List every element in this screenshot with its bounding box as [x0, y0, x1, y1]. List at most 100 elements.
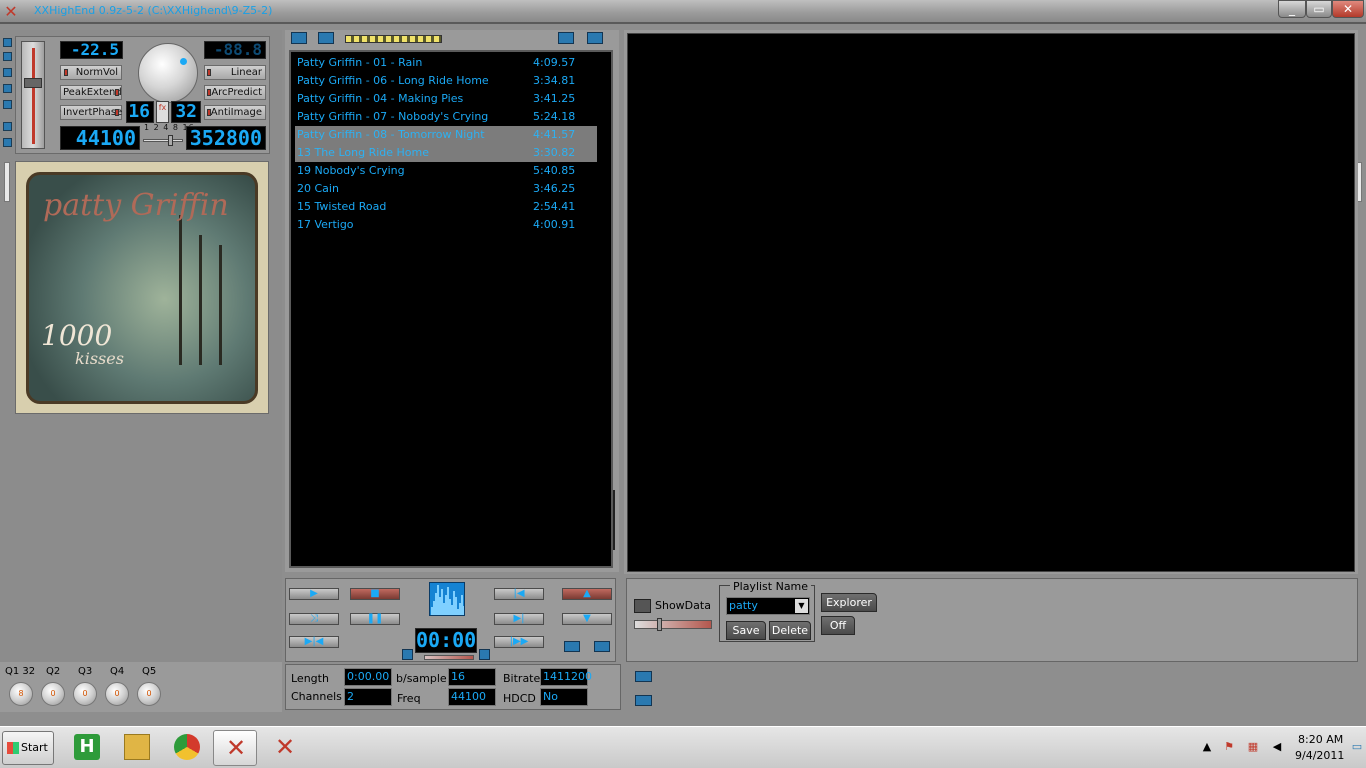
action-center-icon[interactable]: ⚑: [1222, 740, 1236, 754]
track-duration: 5:24.18: [533, 110, 576, 123]
normvol-toggle[interactable]: NormVol: [60, 65, 122, 80]
prev-button[interactable]: |◀: [494, 588, 544, 600]
maximize-button[interactable]: ▭: [1306, 0, 1332, 18]
side-button-3[interactable]: [3, 68, 12, 77]
pause-button[interactable]: ❚❚: [350, 613, 400, 625]
album-artist-text: patty Griffin: [43, 188, 229, 223]
taskbar-app-xxhighend[interactable]: ✕: [213, 730, 257, 766]
side-button-1[interactable]: [3, 38, 12, 47]
close-button[interactable]: ✕: [1332, 0, 1364, 18]
playlist-tool-1-icon[interactable]: [291, 32, 307, 44]
xxhighend-logo-icon[interactable]: ✕: [2, 3, 20, 21]
minimize-button[interactable]: _: [1278, 0, 1306, 18]
skip-button[interactable]: |▶▶: [494, 636, 544, 648]
playlist-track-row[interactable]: 17 Vertigo 4:00.91: [295, 216, 597, 234]
volume-icon[interactable]: ◀: [1270, 740, 1284, 754]
playlist-track-row[interactable]: Patty Griffin - 01 - Rain 4:09.57: [295, 54, 597, 72]
taskbar-app-chrome[interactable]: [165, 730, 209, 766]
playlist-tool-2-icon[interactable]: [318, 32, 334, 44]
eq-knob-q5[interactable]: 0: [137, 682, 161, 706]
repeat-button[interactable]: ▶|◀: [289, 636, 339, 648]
playlist-track-row[interactable]: 19 Nobody's Crying 5:40.85: [295, 162, 597, 180]
clock-time[interactable]: 8:20 AM: [1298, 733, 1343, 746]
eq-knob-q2[interactable]: 0: [41, 682, 65, 706]
delete-button[interactable]: Delete: [769, 621, 811, 640]
up-button[interactable]: ▲: [562, 588, 612, 600]
playlist-panel: Patty Griffin - 01 - Rain 4:09.57 Patty Gr…: [285, 30, 619, 572]
oversample-slider[interactable]: [143, 135, 183, 146]
eq-knob-q1[interactable]: 8: [9, 682, 33, 706]
xxhighend-icon: ✕: [225, 734, 247, 762]
sound-control-box: -22.5 -88.8 NormVol PeakExtend InvertPha…: [15, 36, 270, 154]
showdata-thumb[interactable]: [657, 618, 662, 631]
showdata-slider[interactable]: [634, 618, 712, 631]
volume-knob[interactable]: [138, 43, 198, 103]
linear-toggle[interactable]: Linear: [204, 65, 266, 80]
playlist-track-row[interactable]: 13 The Long Ride Home 3:30.82: [295, 144, 597, 162]
save-button[interactable]: Save: [726, 621, 766, 640]
bsample-label: b/sample: [396, 672, 447, 685]
playlist-track-row[interactable]: Patty Griffin - 06 - Long Ride Home 3:34.…: [295, 72, 597, 90]
playlist-track-row[interactable]: 20 Cain 3:46.25: [295, 180, 597, 198]
invertphase-toggle[interactable]: InvertPhase: [60, 105, 122, 120]
extra-button-1-icon[interactable]: [635, 671, 652, 682]
eq-label-q1: Q1 32: [5, 666, 36, 677]
playback-progress[interactable]: [424, 655, 474, 660]
eq-label-q5: Q5: [142, 666, 157, 677]
off-button[interactable]: Off: [821, 616, 855, 635]
time-left-button[interactable]: [402, 649, 413, 660]
side-button-2[interactable]: [3, 52, 12, 61]
eq-knob-q4[interactable]: 0: [105, 682, 129, 706]
length-label: Length: [291, 672, 329, 685]
linear-label: Linear: [230, 67, 262, 78]
fx-indicator[interactable]: fx: [156, 101, 169, 123]
transport-tool-2-icon[interactable]: [594, 641, 610, 652]
next-button[interactable]: ▶|: [494, 613, 544, 625]
clock-date[interactable]: 9/4/2011: [1295, 749, 1344, 762]
peakextend-toggle[interactable]: PeakExtend: [60, 85, 122, 100]
taskbar-app-xxhighend-2[interactable]: ✕: [263, 730, 307, 766]
playlist-track-row[interactable]: Patty Griffin - 04 - Making Pies 3:41.25: [295, 90, 597, 108]
network-icon[interactable]: ▦: [1246, 740, 1260, 754]
start-label: Start: [21, 741, 48, 754]
track-name: 13 The Long Ride Home: [297, 146, 429, 159]
arcpredict-toggle[interactable]: ArcPredict: [204, 85, 266, 100]
side-button-7[interactable]: [3, 138, 12, 147]
album-subtitle-text: kisses: [75, 349, 124, 368]
show-hidden-icons-icon[interactable]: ▲: [1200, 740, 1214, 754]
playlist-tool-3-icon[interactable]: [558, 32, 574, 44]
chevron-down-icon[interactable]: ▼: [795, 599, 808, 613]
playlist-name-value: patty: [729, 599, 758, 612]
stop-button[interactable]: ■: [350, 588, 400, 600]
oversample-thumb[interactable]: [168, 135, 173, 146]
volume-thumb[interactable]: [24, 78, 42, 88]
extra-button-2-icon[interactable]: [635, 695, 652, 706]
side-button-4[interactable]: [3, 84, 12, 93]
eq-knob-q3[interactable]: 0: [73, 682, 97, 706]
antiimage-toggle[interactable]: AntiImage: [204, 105, 266, 120]
side-button-5[interactable]: [3, 100, 12, 109]
transport-tool-1-icon[interactable]: [564, 641, 580, 652]
side-button-6[interactable]: [3, 122, 12, 131]
playlist-track-row[interactable]: 15 Twisted Road 2:54.41: [295, 198, 597, 216]
playlist-name-select[interactable]: patty ▼: [726, 597, 810, 615]
playlist-track-row[interactable]: Patty Griffin - 08 - Tomorrow Night 4:41.…: [295, 126, 597, 144]
show-desktop-icon[interactable]: ▭: [1350, 740, 1364, 754]
play-button[interactable]: ▶: [289, 588, 339, 600]
shuffle-button[interactable]: ⤨: [289, 613, 339, 625]
explorer-button[interactable]: Explorer: [821, 593, 877, 612]
playlist-list[interactable]: Patty Griffin - 01 - Rain 4:09.57 Patty Gr…: [289, 50, 613, 568]
taskbar-app-h[interactable]: H: [65, 730, 109, 766]
playlist-tool-4-icon[interactable]: [587, 32, 603, 44]
playlist-track-row[interactable]: Patty Griffin - 07 - Nobody's Crying 5:24…: [295, 108, 597, 126]
channels-label: Channels: [291, 690, 342, 703]
volume-slider[interactable]: [21, 41, 45, 149]
left-edge-handle[interactable]: [4, 162, 10, 202]
down-button[interactable]: ▼: [562, 613, 612, 625]
start-button[interactable]: Start: [2, 731, 54, 765]
visualization-screen: [627, 33, 1355, 572]
taskbar-app-folder[interactable]: [115, 730, 159, 766]
time-right-button[interactable]: [479, 649, 490, 660]
showdata-toggle[interactable]: [634, 599, 651, 613]
playlist-scrollbar[interactable]: [613, 490, 615, 550]
